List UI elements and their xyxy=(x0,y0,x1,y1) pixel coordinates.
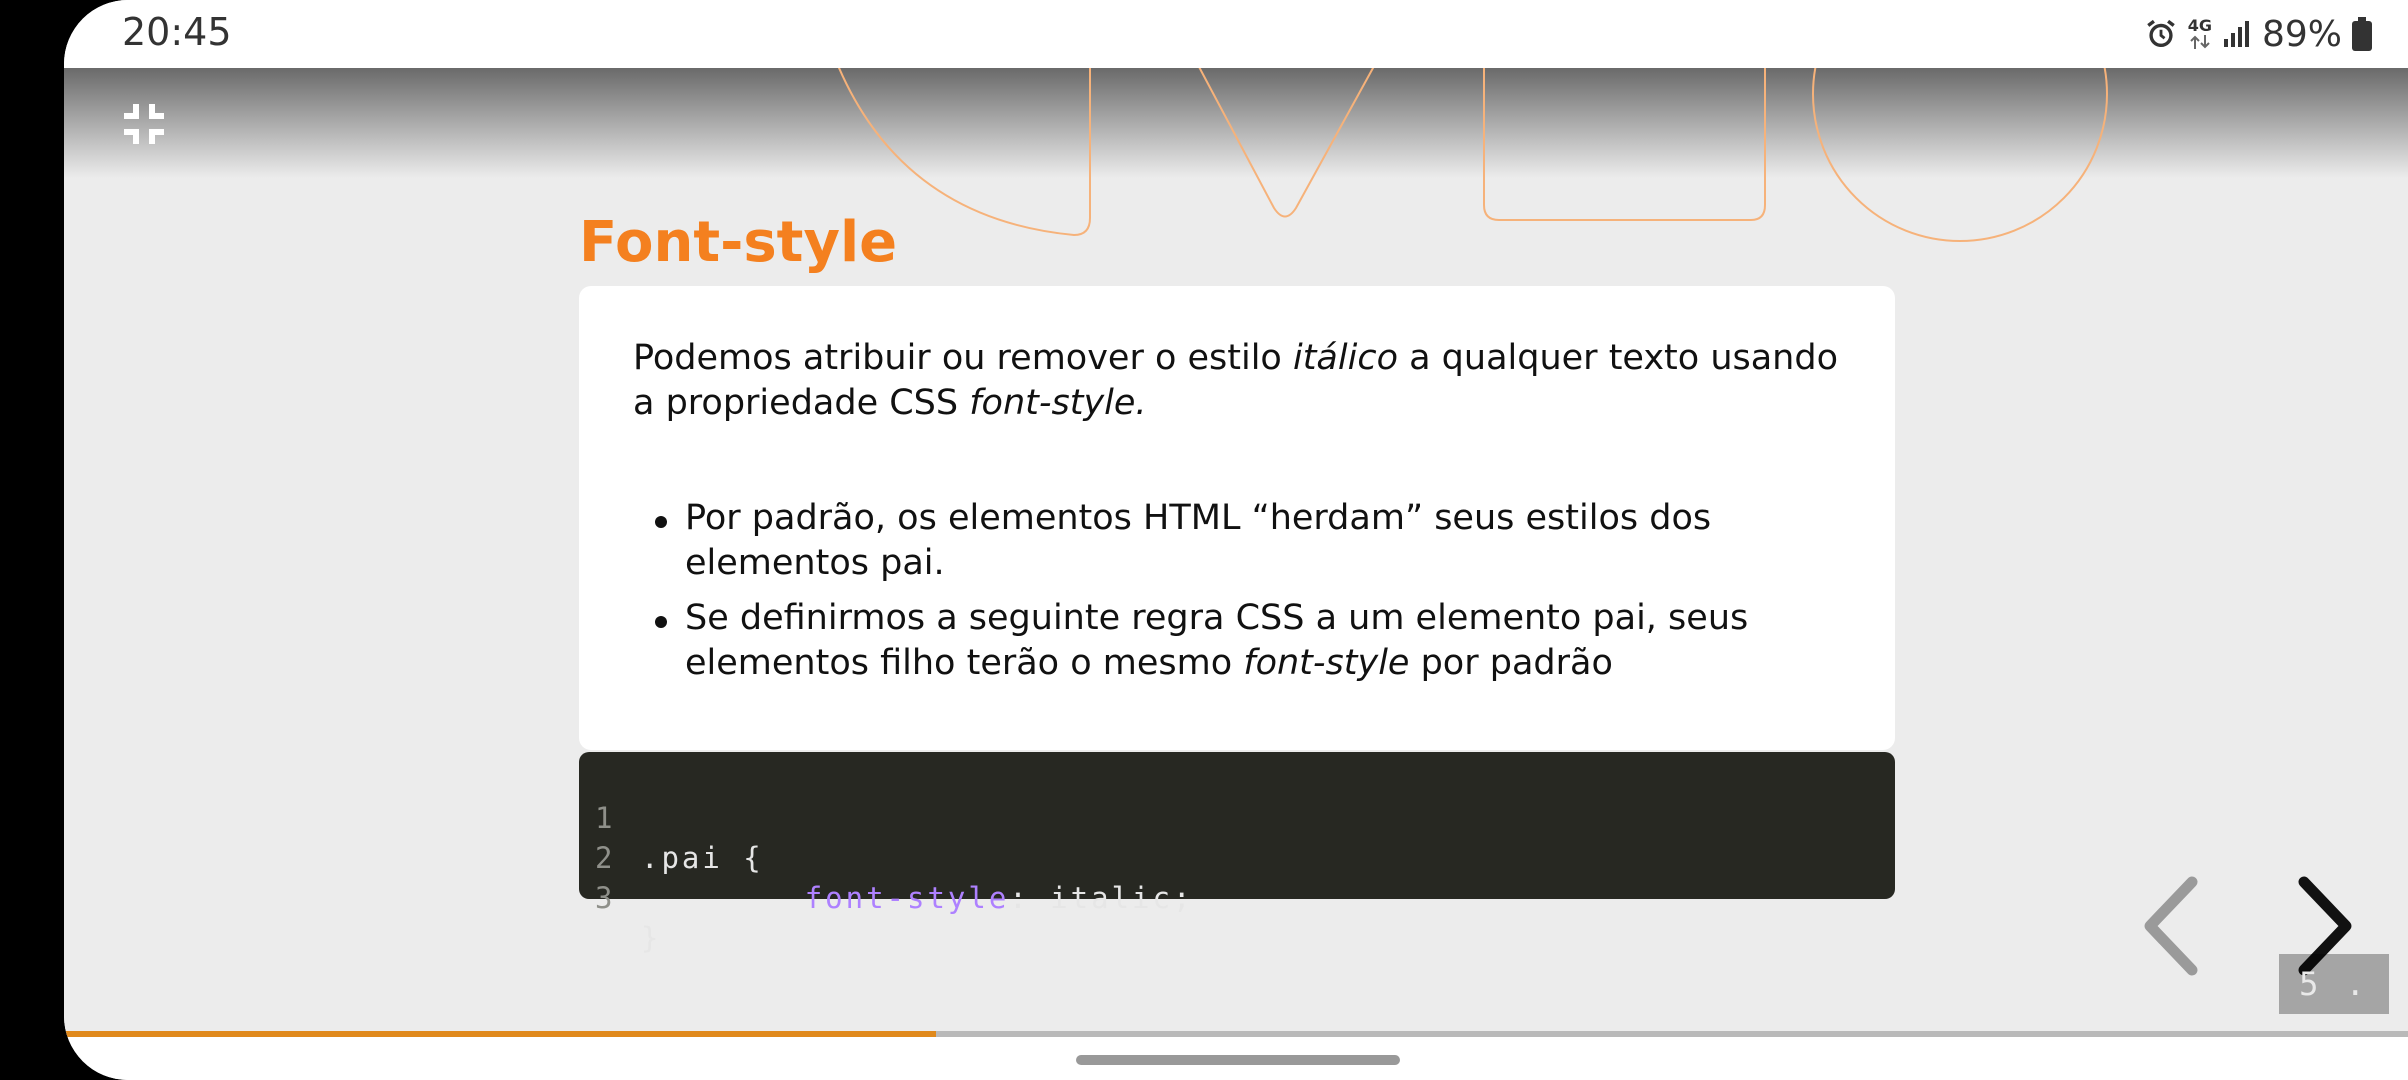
line-number: 3 xyxy=(595,881,616,915)
status-icons: 4G 89% xyxy=(2144,12,2372,56)
code-token: } xyxy=(641,921,662,955)
chevron-left-icon[interactable] xyxy=(2136,876,2206,976)
signal-icon xyxy=(2223,21,2249,47)
code-token: : italic; xyxy=(1009,881,1194,915)
battery-percent: 89% xyxy=(2261,13,2342,55)
home-handle[interactable] xyxy=(1076,1055,1400,1065)
network-label: 4G xyxy=(2187,16,2212,35)
content-card: Podemos atribuir ou remover o estilo itá… xyxy=(579,286,1895,750)
text-run-italic: font-style xyxy=(1243,643,1410,683)
phone-screen: 20:45 4G 89% Font-style Podemos atribuir… xyxy=(64,0,2408,1080)
intro-paragraph: Podemos atribuir ou remover o estilo itá… xyxy=(633,336,1853,426)
alarm-icon xyxy=(2146,19,2175,48)
slide-number: 5 . 1 xyxy=(2279,954,2389,1035)
bullet-list: Por padrão, os elementos HTML “herdam” s… xyxy=(633,496,1863,696)
bullet-dot xyxy=(655,516,667,528)
text-run-italic: itálico xyxy=(1292,338,1398,378)
device-edge xyxy=(0,0,66,1080)
code-text: } xyxy=(641,918,661,958)
text-run: Por padrão, os elementos HTML “herdam” s… xyxy=(685,498,1712,583)
slide-title: Font-style xyxy=(579,210,898,275)
text-run: Podemos atribuir ou remover o estilo xyxy=(633,338,1293,378)
exit-fullscreen-icon[interactable] xyxy=(120,100,168,148)
code-token-property: font-style xyxy=(804,881,1010,915)
code-line: 2 font-style: italic; xyxy=(579,798,1190,915)
network-4g-icon: 4G xyxy=(2188,18,2212,50)
system-nav-bar xyxy=(64,1037,2408,1080)
battery-icon xyxy=(2352,17,2372,51)
code-block: 1 .pai { 2 font-style: italic; 3 } xyxy=(579,752,1895,955)
text-run: por padrão xyxy=(1409,643,1613,683)
bullet-item: Por padrão, os elementos HTML “herdam” s… xyxy=(633,496,1863,586)
status-bar: 20:45 4G 89% xyxy=(64,0,2408,68)
status-time: 20:45 xyxy=(122,10,232,54)
code-line: 1 .pai { xyxy=(579,758,761,875)
bullet-dot xyxy=(655,616,667,628)
decorative-shapes xyxy=(838,68,2108,242)
bullet-item: Se definirmos a seguinte regra CSS a um … xyxy=(633,596,1863,686)
text-run-italic: font-style. xyxy=(969,383,1147,423)
code-line: 3 } xyxy=(579,838,743,955)
presentation-slide: Font-style Podemos atribuir ou remover o… xyxy=(64,68,2408,1035)
